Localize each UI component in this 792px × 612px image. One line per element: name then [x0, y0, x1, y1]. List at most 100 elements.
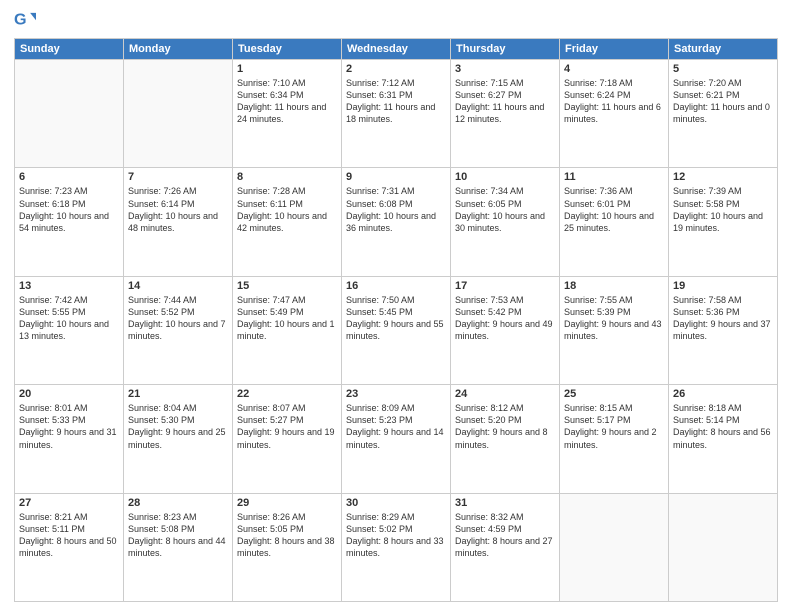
calendar-cell: 9 Sunrise: 7:31 AM Sunset: 6:08 PM Daylig…: [342, 168, 451, 276]
day-info: Sunrise: 8:23 AM Sunset: 5:08 PM Dayligh…: [128, 511, 228, 560]
day-info: Sunrise: 7:34 AM Sunset: 6:05 PM Dayligh…: [455, 185, 555, 234]
calendar-week-0: 1 Sunrise: 7:10 AM Sunset: 6:34 PM Daylig…: [15, 60, 778, 168]
calendar-cell: 21Sunrise: 8:04 AM Sunset: 5:30 PM Dayli…: [124, 385, 233, 493]
day-info: Sunrise: 8:26 AM Sunset: 5:05 PM Dayligh…: [237, 511, 337, 560]
day-info: Sunrise: 8:07 AM Sunset: 5:27 PM Dayligh…: [237, 402, 337, 451]
day-header-friday: Friday: [560, 39, 669, 60]
calendar-cell: 19Sunrise: 7:58 AM Sunset: 5:36 PM Dayli…: [669, 276, 778, 384]
day-info: Sunrise: 7:39 AM Sunset: 5:58 PM Dayligh…: [673, 185, 773, 234]
day-number: 10: [455, 171, 555, 183]
calendar-cell: 14 Sunrise: 7:44 AM Sunset: 5:52 PM Dayli…: [124, 276, 233, 384]
day-info: Sunrise: 8:01 AM Sunset: 5:33 PM Dayligh…: [19, 402, 119, 451]
calendar-cell: 6 Sunrise: 7:23 AM Sunset: 6:18 PM Daylig…: [15, 168, 124, 276]
calendar-cell: 2 Sunrise: 7:12 AM Sunset: 6:31 PM Daylig…: [342, 60, 451, 168]
calendar-cell: 28Sunrise: 8:23 AM Sunset: 5:08 PM Dayli…: [124, 493, 233, 601]
day-number: 8: [237, 171, 337, 183]
calendar-cell: 24 Sunrise: 8:12 AM Sunset: 5:20 PM Dayli…: [451, 385, 560, 493]
day-info: Sunrise: 8:29 AM Sunset: 5:02 PM Dayligh…: [346, 511, 446, 560]
day-info: Sunrise: 7:31 AM Sunset: 6:08 PM Dayligh…: [346, 185, 446, 234]
day-header-saturday: Saturday: [669, 39, 778, 60]
day-number: 14: [128, 280, 228, 292]
calendar-cell: 17 Sunrise: 7:53 AM Sunset: 5:42 PM Dayli…: [451, 276, 560, 384]
day-number: 6: [19, 171, 119, 183]
calendar-cell: 8 Sunrise: 7:28 AM Sunset: 6:11 PM Daylig…: [233, 168, 342, 276]
day-info: Sunrise: 8:18 AM Sunset: 5:14 PM Dayligh…: [673, 402, 773, 451]
calendar-cell: [15, 60, 124, 168]
day-number: 17: [455, 280, 555, 292]
day-number: 2: [346, 63, 446, 75]
calendar-cell: 5 Sunrise: 7:20 AM Sunset: 6:21 PM Daylig…: [669, 60, 778, 168]
calendar-cell: 13 Sunrise: 7:42 AM Sunset: 5:55 PM Dayli…: [15, 276, 124, 384]
day-info: Sunrise: 7:15 AM Sunset: 6:27 PM Dayligh…: [455, 77, 555, 126]
calendar-cell: 12 Sunrise: 7:39 AM Sunset: 5:58 PM Dayli…: [669, 168, 778, 276]
day-number: 24: [455, 388, 555, 400]
calendar-cell: 23Sunrise: 8:09 AM Sunset: 5:23 PM Dayli…: [342, 385, 451, 493]
day-info: Sunrise: 7:18 AM Sunset: 6:24 PM Dayligh…: [564, 77, 664, 126]
logo: G: [14, 10, 38, 32]
day-info: Sunrise: 7:36 AM Sunset: 6:01 PM Dayligh…: [564, 185, 664, 234]
day-number: 11: [564, 171, 664, 183]
day-header-tuesday: Tuesday: [233, 39, 342, 60]
day-number: 31: [455, 497, 555, 509]
day-number: 19: [673, 280, 773, 292]
day-number: 15: [237, 280, 337, 292]
day-number: 16: [346, 280, 446, 292]
calendar-cell: 7Sunrise: 7:26 AM Sunset: 6:14 PM Daylig…: [124, 168, 233, 276]
calendar-cell: 18Sunrise: 7:55 AM Sunset: 5:39 PM Dayli…: [560, 276, 669, 384]
day-info: Sunrise: 7:42 AM Sunset: 5:55 PM Dayligh…: [19, 294, 119, 343]
calendar-cell: 20 Sunrise: 8:01 AM Sunset: 5:33 PM Dayli…: [15, 385, 124, 493]
day-number: 7: [128, 171, 228, 183]
calendar-week-1: 6 Sunrise: 7:23 AM Sunset: 6:18 PM Daylig…: [15, 168, 778, 276]
day-info: Sunrise: 7:53 AM Sunset: 5:42 PM Dayligh…: [455, 294, 555, 343]
calendar-cell: [124, 60, 233, 168]
logo-icon: G: [14, 10, 36, 32]
day-header-wednesday: Wednesday: [342, 39, 451, 60]
day-number: 29: [237, 497, 337, 509]
calendar-cell: 26Sunrise: 8:18 AM Sunset: 5:14 PM Dayli…: [669, 385, 778, 493]
day-number: 12: [673, 171, 773, 183]
calendar-week-3: 20 Sunrise: 8:01 AM Sunset: 5:33 PM Dayli…: [15, 385, 778, 493]
calendar-week-4: 27 Sunrise: 8:21 AM Sunset: 5:11 PM Dayli…: [15, 493, 778, 601]
page-header: G: [14, 10, 778, 32]
calendar-header-row: SundayMondayTuesdayWednesdayThursdayFrid…: [15, 39, 778, 60]
calendar-cell: 31 Sunrise: 8:32 AM Sunset: 4:59 PM Dayli…: [451, 493, 560, 601]
day-info: Sunrise: 7:23 AM Sunset: 6:18 PM Dayligh…: [19, 185, 119, 234]
day-info: Sunrise: 8:15 AM Sunset: 5:17 PM Dayligh…: [564, 402, 664, 451]
day-number: 3: [455, 63, 555, 75]
day-number: 25: [564, 388, 664, 400]
day-info: Sunrise: 8:09 AM Sunset: 5:23 PM Dayligh…: [346, 402, 446, 451]
calendar-cell: 15 Sunrise: 7:47 AM Sunset: 5:49 PM Dayli…: [233, 276, 342, 384]
svg-text:G: G: [14, 11, 27, 29]
calendar-cell: 25 Sunrise: 8:15 AM Sunset: 5:17 PM Dayli…: [560, 385, 669, 493]
calendar-cell: 16Sunrise: 7:50 AM Sunset: 5:45 PM Dayli…: [342, 276, 451, 384]
day-number: 27: [19, 497, 119, 509]
day-info: Sunrise: 7:44 AM Sunset: 5:52 PM Dayligh…: [128, 294, 228, 343]
calendar-cell: 22 Sunrise: 8:07 AM Sunset: 5:27 PM Dayli…: [233, 385, 342, 493]
day-number: 1: [237, 63, 337, 75]
calendar-cell: 30 Sunrise: 8:29 AM Sunset: 5:02 PM Dayli…: [342, 493, 451, 601]
day-number: 20: [19, 388, 119, 400]
day-info: Sunrise: 7:47 AM Sunset: 5:49 PM Dayligh…: [237, 294, 337, 343]
calendar-cell: 29 Sunrise: 8:26 AM Sunset: 5:05 PM Dayli…: [233, 493, 342, 601]
day-info: Sunrise: 7:20 AM Sunset: 6:21 PM Dayligh…: [673, 77, 773, 126]
day-number: 13: [19, 280, 119, 292]
day-info: Sunrise: 7:10 AM Sunset: 6:34 PM Dayligh…: [237, 77, 337, 126]
day-info: Sunrise: 8:12 AM Sunset: 5:20 PM Dayligh…: [455, 402, 555, 451]
day-number: 4: [564, 63, 664, 75]
calendar-cell: 10 Sunrise: 7:34 AM Sunset: 6:05 PM Dayli…: [451, 168, 560, 276]
day-number: 30: [346, 497, 446, 509]
calendar-cell: [560, 493, 669, 601]
day-info: Sunrise: 8:21 AM Sunset: 5:11 PM Dayligh…: [19, 511, 119, 560]
day-number: 22: [237, 388, 337, 400]
day-header-sunday: Sunday: [15, 39, 124, 60]
calendar-week-2: 13 Sunrise: 7:42 AM Sunset: 5:55 PM Dayli…: [15, 276, 778, 384]
day-info: Sunrise: 8:04 AM Sunset: 5:30 PM Dayligh…: [128, 402, 228, 451]
day-info: Sunrise: 8:32 AM Sunset: 4:59 PM Dayligh…: [455, 511, 555, 560]
day-info: Sunrise: 7:12 AM Sunset: 6:31 PM Dayligh…: [346, 77, 446, 126]
day-header-thursday: Thursday: [451, 39, 560, 60]
day-number: 9: [346, 171, 446, 183]
calendar-cell: 3 Sunrise: 7:15 AM Sunset: 6:27 PM Daylig…: [451, 60, 560, 168]
day-number: 5: [673, 63, 773, 75]
day-info: Sunrise: 7:28 AM Sunset: 6:11 PM Dayligh…: [237, 185, 337, 234]
calendar-cell: [669, 493, 778, 601]
